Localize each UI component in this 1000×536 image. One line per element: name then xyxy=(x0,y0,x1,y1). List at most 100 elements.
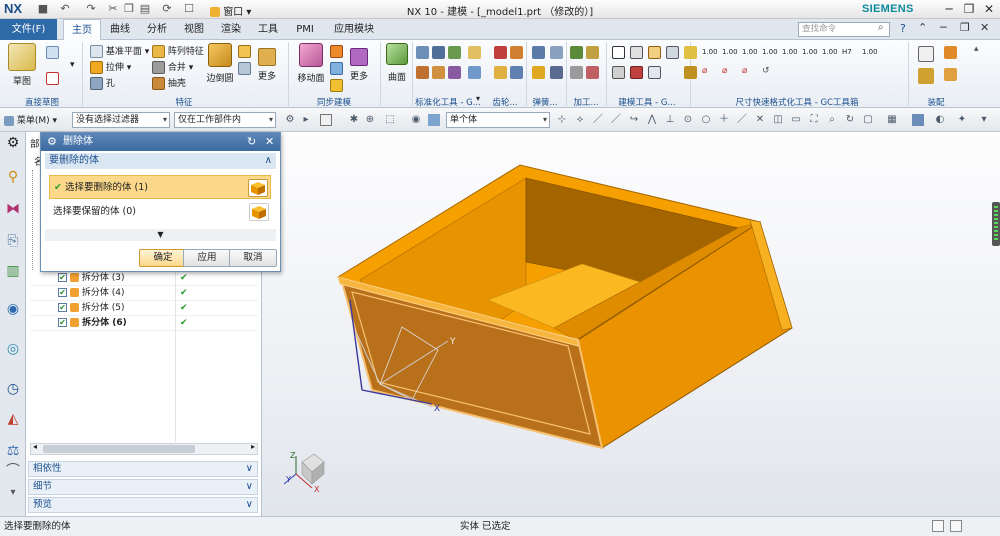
selection-scope-dropdown[interactable]: 仅在工作部件内 ▾ xyxy=(174,112,276,128)
close-icon[interactable]: ✕ xyxy=(265,135,274,148)
tree-row[interactable]: ✔ 拆分体 (3) ✔ xyxy=(30,271,258,286)
modeling-tool-icon[interactable] xyxy=(648,46,661,59)
snap-icon[interactable]: ✱ xyxy=(348,114,360,126)
rectangle-icon[interactable] xyxy=(46,72,59,85)
snap-point-icon[interactable]: ○ xyxy=(700,114,712,126)
snap-point-icon[interactable]: ↪ xyxy=(628,114,640,126)
dim-format-icon[interactable]: H7 xyxy=(842,48,852,56)
spring-icon[interactable] xyxy=(550,66,563,79)
section-preview[interactable]: 预览 ∨ xyxy=(28,497,258,513)
pan-view-icon[interactable]: ▢ xyxy=(862,114,874,126)
process-studio-icon[interactable]: ⚖ xyxy=(4,442,22,460)
gear-modeling-icon[interactable] xyxy=(510,66,523,79)
pull-face-icon[interactable] xyxy=(330,45,343,58)
std-part-icon[interactable] xyxy=(432,66,445,79)
ok-button[interactable]: 确定 xyxy=(139,249,187,267)
history-icon[interactable]: ◷ xyxy=(4,380,22,398)
modeling-tool-icon[interactable] xyxy=(630,46,643,59)
std-part-icon[interactable] xyxy=(468,46,481,59)
std-part-icon[interactable] xyxy=(448,46,461,59)
std-part-icon[interactable] xyxy=(416,46,429,59)
dim-format-icon[interactable]: 1.00 xyxy=(862,48,878,56)
dim-format-icon[interactable]: ⌀ xyxy=(722,66,727,76)
constraint-navigator-icon[interactable]: ⧓ xyxy=(4,200,22,218)
spring-icon[interactable] xyxy=(532,46,545,59)
web-browser-icon[interactable]: ◎ xyxy=(4,340,22,358)
spring-icon[interactable] xyxy=(532,66,545,79)
snap-point-icon[interactable]: ⟡ xyxy=(574,114,586,126)
more-resources-icon[interactable]: ▾ xyxy=(4,484,22,502)
dim-format-icon[interactable]: ↺ xyxy=(762,66,770,76)
modeling-tool-icon[interactable] xyxy=(666,46,679,59)
dim-format-icon[interactable]: 1.00 xyxy=(782,48,798,56)
filter-icon[interactable]: ⊕ xyxy=(364,114,376,126)
std-part-icon[interactable] xyxy=(432,46,445,59)
gear-icon[interactable]: ⚙ xyxy=(47,135,57,148)
assembly-icon[interactable] xyxy=(944,68,957,81)
fit-view-icon[interactable]: ⛶ xyxy=(808,114,820,126)
layout-icon[interactable] xyxy=(950,520,962,532)
tree-row[interactable]: ✔ 拆分体 (4) ✔ xyxy=(30,286,258,301)
checkbox-checked[interactable]: ✔ xyxy=(58,303,67,312)
pattern-feature-button[interactable]: 阵列特征 xyxy=(152,44,204,58)
doc-restore-button[interactable]: ❐ xyxy=(960,21,970,34)
assembly-navigator-icon[interactable]: ⚲ xyxy=(4,168,22,186)
collapse-ribbon-icon[interactable]: ⌃ xyxy=(918,21,927,34)
scroll-left-icon[interactable]: ◂ xyxy=(33,442,37,451)
restore-button[interactable]: ❐ xyxy=(960,1,978,17)
gear-modeling-icon[interactable] xyxy=(494,66,507,79)
more-sketch-curve-icon[interactable]: ▾ xyxy=(70,60,75,70)
tab-applications[interactable]: 应用模块 xyxy=(326,19,382,40)
toolbar-options-icon[interactable]: ▾ xyxy=(978,114,990,126)
more-feature-button[interactable]: 更多 xyxy=(258,48,276,82)
modeling-tool-icon[interactable] xyxy=(630,66,643,79)
checkbox-checked[interactable]: ✔ xyxy=(58,288,67,297)
datum-plane-button[interactable]: 基准平面 ▾ xyxy=(90,44,149,58)
machining-icon[interactable] xyxy=(570,66,583,79)
fullscreen-icon[interactable] xyxy=(932,520,944,532)
hd3d-icon[interactable]: ◉ xyxy=(4,300,22,318)
close-button[interactable]: ✕ xyxy=(980,1,998,17)
doc-minimize-button[interactable]: ─ xyxy=(940,21,947,34)
view-icon[interactable]: ◉ xyxy=(410,114,422,126)
checkbox-checked[interactable]: ✔ xyxy=(58,318,67,327)
std-part-icon[interactable] xyxy=(448,66,461,79)
apply-button[interactable]: 应用 xyxy=(183,249,231,267)
gear-modeling-icon[interactable] xyxy=(494,46,507,59)
select-all-icon[interactable] xyxy=(320,114,332,126)
replace-face-icon[interactable] xyxy=(330,79,343,92)
extrude-button[interactable]: 拉伸 ▾ xyxy=(90,60,131,74)
section-dependencies[interactable]: 相依性 ∨ xyxy=(28,461,258,477)
gear-modeling-icon[interactable] xyxy=(510,46,523,59)
snap-point-icon[interactable]: ⊹ xyxy=(556,114,568,126)
snap-point-icon[interactable]: ✕ xyxy=(754,114,766,126)
select-body-button[interactable] xyxy=(248,179,268,197)
selection-filter-dropdown[interactable]: 没有选择过滤器 ▾ xyxy=(72,112,170,128)
trim-body-icon[interactable] xyxy=(238,62,251,75)
hole-button[interactable]: 孔 xyxy=(90,76,115,90)
dim-format-icon[interactable]: 1.00 xyxy=(762,48,778,56)
section-header-bodies-to-delete[interactable]: 要删除的体 ∧ xyxy=(45,153,276,169)
tab-curve[interactable]: 曲线 xyxy=(103,19,137,40)
type-filter-icon[interactable]: ▸ xyxy=(300,114,312,126)
menu-button[interactable]: 菜单(M) ▾ xyxy=(4,113,57,126)
machining-icon[interactable] xyxy=(586,66,599,79)
more-sync-button[interactable]: 更多 xyxy=(350,48,368,82)
dim-format-icon[interactable]: 1.00 xyxy=(742,48,758,56)
spring-icon[interactable] xyxy=(550,46,563,59)
body-rule-dropdown[interactable]: 单个体 ▾ xyxy=(446,112,550,128)
snap-point-icon[interactable]: ／ xyxy=(610,114,622,126)
move-face-button[interactable]: 移动面 xyxy=(294,43,328,87)
modeling-tool-icon[interactable] xyxy=(648,66,661,79)
snap-point-icon[interactable]: ／ xyxy=(736,114,748,126)
machining-icon[interactable] xyxy=(570,46,583,59)
snap-point-icon[interactable]: ▭ xyxy=(790,114,802,126)
body-filter-icon[interactable] xyxy=(428,114,440,126)
surface-button[interactable]: 曲面 xyxy=(384,43,410,87)
dim-format-icon[interactable] xyxy=(684,46,697,59)
minimize-button[interactable]: ─ xyxy=(940,1,958,17)
select-bodies-to-delete-row[interactable]: ✔ 选择要删除的体 (1) xyxy=(49,175,271,199)
tab-pmi[interactable]: PMI xyxy=(288,19,322,40)
std-tools-dropdown-icon[interactable]: ▾ xyxy=(476,94,480,103)
dim-format-icon[interactable]: 1.00 xyxy=(802,48,818,56)
